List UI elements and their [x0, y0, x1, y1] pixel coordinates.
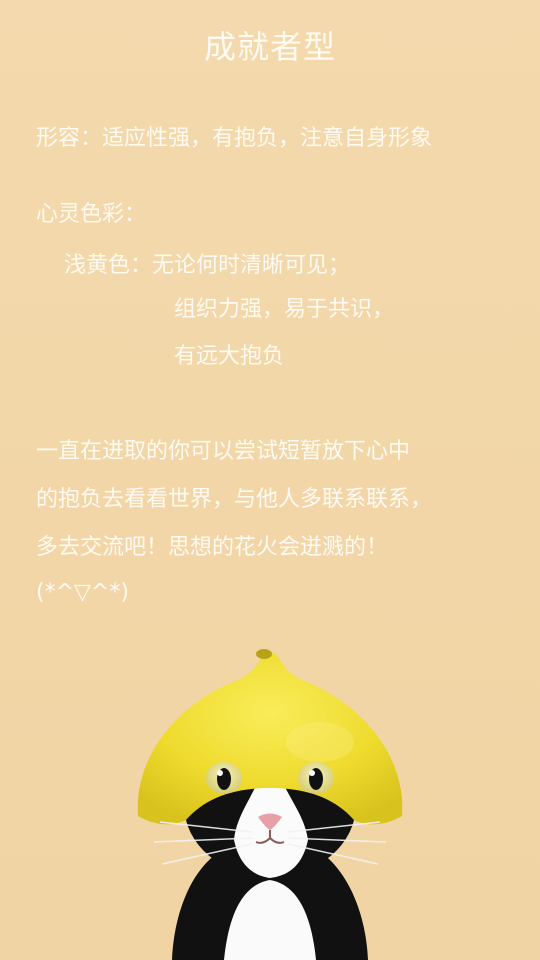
- description-label: 形容：: [36, 126, 103, 151]
- page-background: 成就者型 形容：适应性强，有抱负，注意自身形象 心灵色彩： 浅黄色：无论何时清晰…: [0, 0, 540, 960]
- cat-illustration: [137, 649, 403, 960]
- heart-color-line-2: 组织力强，易于共识，: [174, 297, 395, 322]
- page-title: 成就者型: [203, 28, 336, 66]
- heart-color-row: 浅黄色：无论何时清晰可见；: [64, 255, 350, 277]
- message-line-1: 一直在进取的你可以尝试短暂放下心中: [36, 439, 411, 464]
- message-line-4: (*^▽^*): [36, 580, 129, 605]
- cat-with-lemon-hat-image: [120, 640, 420, 960]
- heart-color-label: 心灵色彩：: [36, 202, 147, 227]
- description-line: 形容：适应性强，有抱负，注意自身形象: [36, 128, 432, 150]
- description-text: 适应性强，有抱负，注意自身形象: [102, 126, 433, 151]
- heart-color-line-3: 有远大抱负: [174, 344, 285, 369]
- message-line-2: 的抱负去看看世界，与他人多联系联系，: [36, 487, 433, 512]
- heart-color-line-1: 无论何时清晰可见；: [152, 253, 351, 278]
- message-line-3: 多去交流吧！思想的花火会迸溅的！: [36, 535, 389, 560]
- heart-color-name: 浅黄色：: [64, 253, 153, 278]
